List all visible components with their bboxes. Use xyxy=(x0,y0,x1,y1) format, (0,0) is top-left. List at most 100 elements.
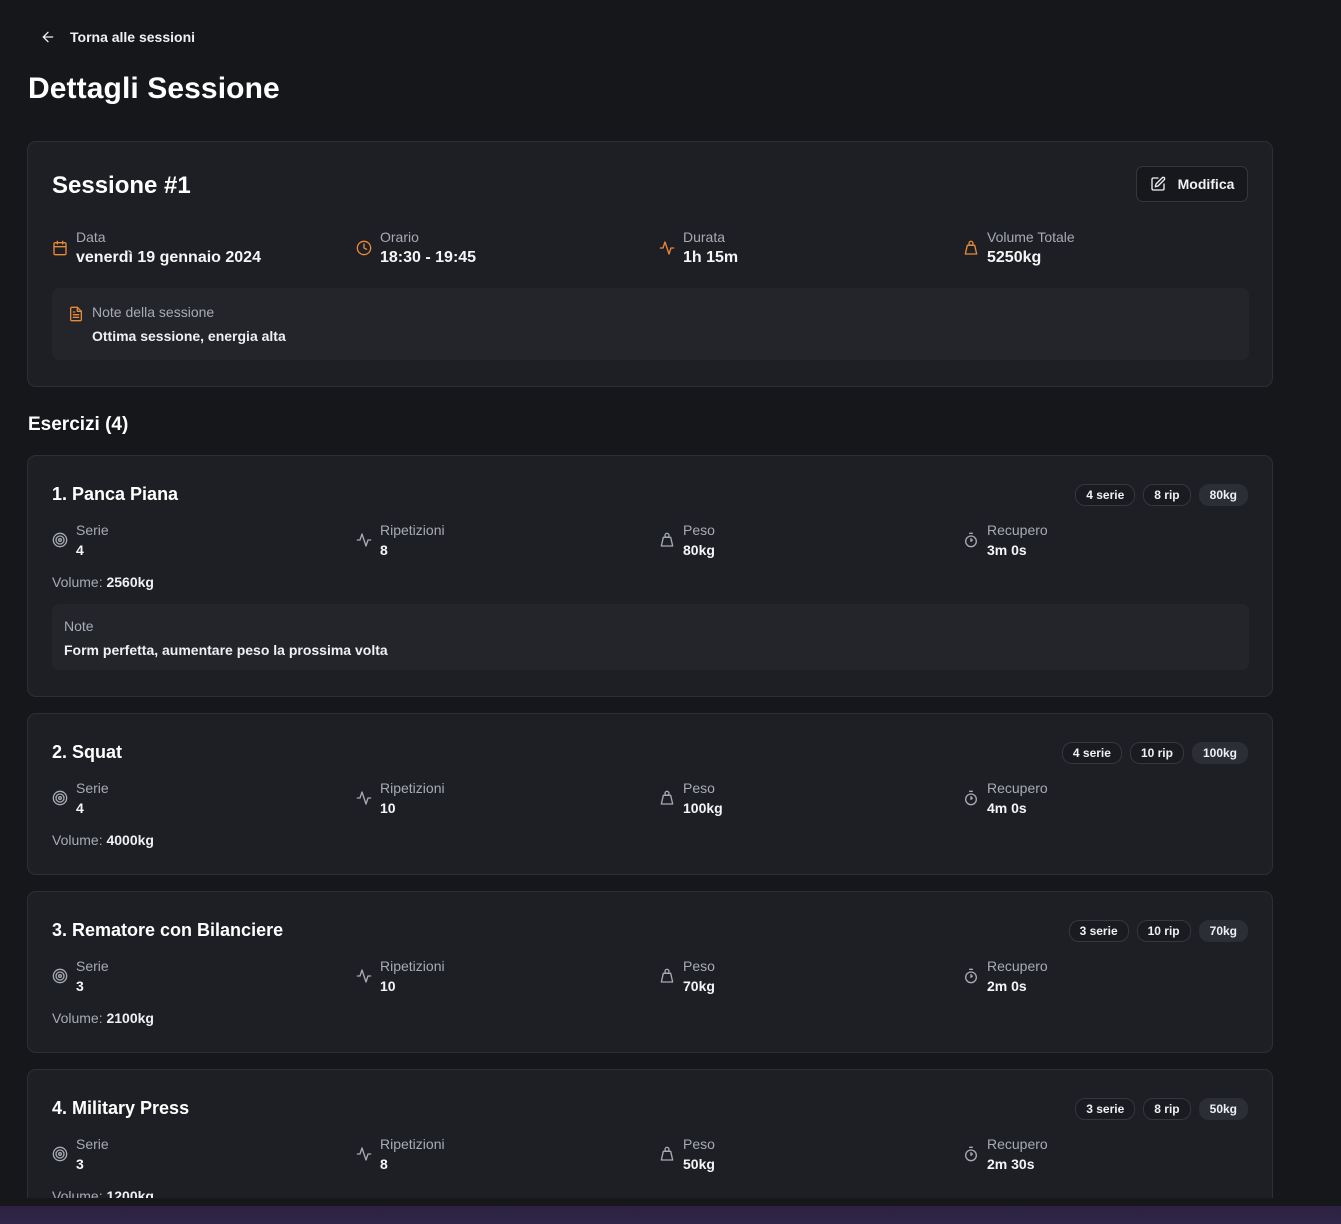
stat-label: Peso xyxy=(683,1136,715,1152)
badge-peso: 100kg xyxy=(1191,742,1248,764)
stat-label: Serie xyxy=(76,958,109,974)
exercise-badges: 3 serie 8 rip 50kg xyxy=(1075,1098,1248,1120)
stat-label: Data xyxy=(76,229,106,245)
exercise-card: 4. Military Press 3 serie 8 rip 50kg Ser… xyxy=(27,1069,1273,1198)
stat-value: 50kg xyxy=(683,1156,715,1172)
session-notes: Note della sessione Ottima sessione, ene… xyxy=(52,288,1249,360)
volume-value: 2560kg xyxy=(106,574,154,590)
back-link-label: Torna alle sessioni xyxy=(70,29,196,45)
stat-value: 3 xyxy=(76,1156,84,1172)
badge-serie: 3 serie xyxy=(1068,920,1129,942)
stat-value: 70kg xyxy=(683,978,715,994)
page-title: Dettagli Sessione xyxy=(28,72,280,105)
stat-value: 18:30 - 19:45 xyxy=(380,249,477,266)
stat-label: Volume Totale xyxy=(987,229,1075,245)
exercise-title: 2. Squat xyxy=(52,742,123,762)
exercise-title: 3. Rematore con Bilanciere xyxy=(52,920,284,940)
exercises-heading: Esercizi (4) xyxy=(28,414,129,435)
exercise-volume: Volume: 1200kg xyxy=(52,1188,154,1198)
stat-label: Serie xyxy=(76,1136,109,1152)
badge-rip: 10 rip xyxy=(1129,742,1184,764)
stat-recupero: Recupero 2m 30s xyxy=(963,1136,1048,1176)
exercise-note-text: Form perfetta, aumentare peso la prossim… xyxy=(64,642,388,658)
target-icon xyxy=(52,532,68,548)
target-icon xyxy=(52,790,68,806)
stat-value: 1h 15m xyxy=(683,249,739,266)
badge-rip: 8 rip xyxy=(1143,484,1191,506)
timer-icon xyxy=(965,790,977,806)
exercise-stats: Serie 3 Ripetizioni 10 Peso 70kg Recupero 2m… xyxy=(52,958,1249,998)
weight-icon xyxy=(660,532,674,547)
exercise-note: Note Form perfetta, aumentare peso la pr… xyxy=(52,604,1249,670)
stat-peso: Peso 100kg xyxy=(659,780,723,820)
exercise-note-label: Note xyxy=(64,618,94,634)
exercise-card: 3. Rematore con Bilanciere 3 serie 10 ri… xyxy=(27,891,1273,1053)
exercise-badges: 4 serie 10 rip 100kg xyxy=(1061,742,1248,764)
exercise-volume: Volume: 4000kg xyxy=(52,832,154,848)
clock-icon xyxy=(356,240,372,256)
stat-label: Serie xyxy=(76,780,109,796)
session-notes-text: Ottima sessione, energia alta xyxy=(92,328,286,344)
volume-label: Volume: xyxy=(52,1188,103,1198)
timer-icon xyxy=(965,968,977,984)
weight-icon xyxy=(660,1146,674,1161)
stat-label: Recupero xyxy=(987,958,1048,974)
exercise-volume: Volume: 2560kg xyxy=(52,574,154,590)
stat-recupero: Recupero 4m 0s xyxy=(963,780,1048,820)
edit-button[interactable]: Modifica xyxy=(1136,166,1248,202)
stat-label: Peso xyxy=(683,958,715,974)
timer-icon xyxy=(965,532,977,548)
badge-serie: 4 serie xyxy=(1075,484,1136,506)
exercise-stats: Serie 4 Ripetizioni 8 Peso 80kg Recupero 3m … xyxy=(52,522,1249,562)
edit-button-label: Modifica xyxy=(1177,176,1235,192)
stat-value: 2m 30s xyxy=(987,1156,1035,1172)
activity-icon xyxy=(356,1147,372,1161)
stat-peso: Peso 70kg xyxy=(659,958,715,998)
exercise-stats: Serie 4 Ripetizioni 10 Peso 100kg Recupero 4… xyxy=(52,780,1249,820)
timer-icon xyxy=(965,1146,977,1162)
stat-label: Ripetizioni xyxy=(380,522,445,538)
session-title: Sessione #1 xyxy=(52,172,191,199)
volume-value: 2100kg xyxy=(106,1010,154,1026)
stat-label: Recupero xyxy=(987,522,1048,538)
exercise-badges: 3 serie 10 rip 70kg xyxy=(1068,920,1248,942)
stat-peso: Peso 50kg xyxy=(659,1136,715,1176)
stat-ripetizioni: Ripetizioni 8 xyxy=(356,522,445,562)
session-notes-label: Note della sessione xyxy=(92,304,215,320)
activity-icon xyxy=(356,791,372,805)
session-card: Sessione #1 Modifica Data venerdì 19 gen… xyxy=(27,141,1273,387)
viewport: Torna alle sessioni Dettagli Sessione Se… xyxy=(0,0,1341,1198)
exercise-volume: Volume: 2100kg xyxy=(52,1010,154,1026)
stat-label: Orario xyxy=(380,229,419,245)
stat-value: venerdì 19 gennaio 2024 xyxy=(76,249,261,266)
stat-ripetizioni: Ripetizioni 10 xyxy=(356,958,445,998)
badge-peso: 70kg xyxy=(1198,920,1248,942)
exercise-card: 2. Squat 4 serie 10 rip 100kg Serie 4 Rip… xyxy=(27,713,1273,875)
exercise-badges: 4 serie 8 rip 80kg xyxy=(1075,484,1248,506)
volume-label: Volume: xyxy=(52,832,103,848)
exercise-card: 1. Panca Piana 4 serie 8 rip 80kg Serie 4… xyxy=(27,455,1273,697)
stat-recupero: Recupero 2m 0s xyxy=(963,958,1048,998)
back-link[interactable]: Torna alle sessioni xyxy=(40,26,195,48)
activity-icon xyxy=(356,533,372,547)
stat-label: Recupero xyxy=(987,780,1048,796)
stat-value: 8 xyxy=(380,1156,388,1172)
stat-value: 2m 0s xyxy=(987,978,1027,994)
stat-serie: Serie 4 xyxy=(52,522,109,562)
stat-data: Data venerdì 19 gennaio 2024 xyxy=(52,228,261,270)
badge-rip: 10 rip xyxy=(1136,920,1191,942)
calendar-icon xyxy=(53,240,67,256)
stat-value: 10 xyxy=(380,978,396,994)
weight-icon xyxy=(660,968,674,983)
stat-value: 8 xyxy=(380,542,388,558)
volume-value: 4000kg xyxy=(106,832,154,848)
arrow-left-icon xyxy=(42,31,54,43)
target-icon xyxy=(52,1146,68,1162)
stat-value: 4 xyxy=(76,542,84,558)
stat-label: Ripetizioni xyxy=(380,958,445,974)
weight-icon xyxy=(964,240,978,255)
stat-peso: Peso 80kg xyxy=(659,522,715,562)
stat-value: 3m 0s xyxy=(987,542,1027,558)
volume-value: 1200kg xyxy=(106,1188,154,1198)
session-stats: Data venerdì 19 gennaio 2024 Orario 18:3… xyxy=(52,228,1249,272)
